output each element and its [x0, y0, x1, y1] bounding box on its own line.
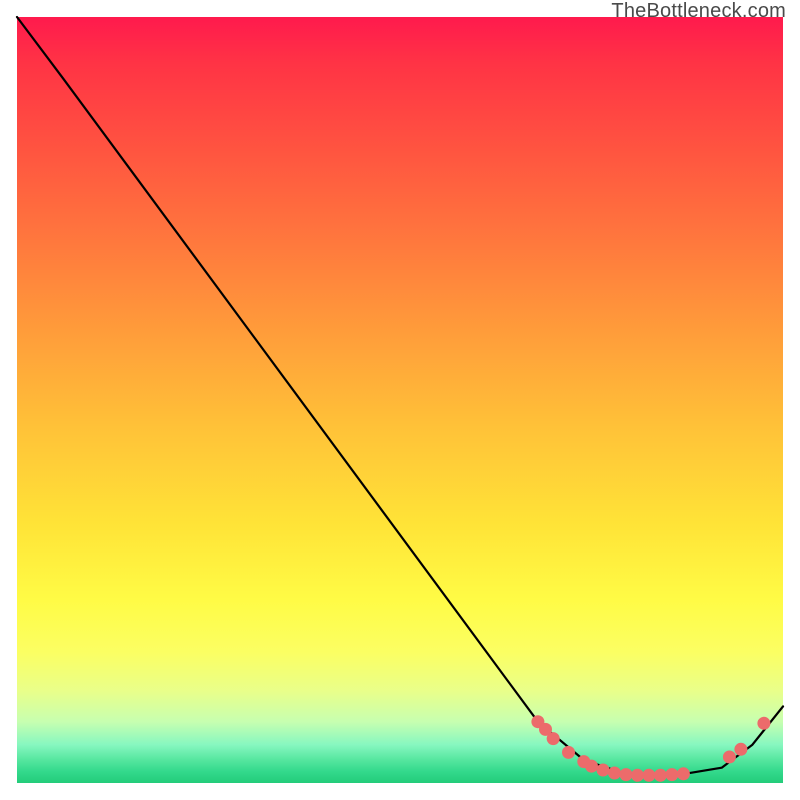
chart-canvas: TheBottleneck.com: [0, 0, 800, 800]
watermark-text: TheBottleneck.com: [611, 0, 786, 23]
plot-area: [17, 17, 783, 783]
